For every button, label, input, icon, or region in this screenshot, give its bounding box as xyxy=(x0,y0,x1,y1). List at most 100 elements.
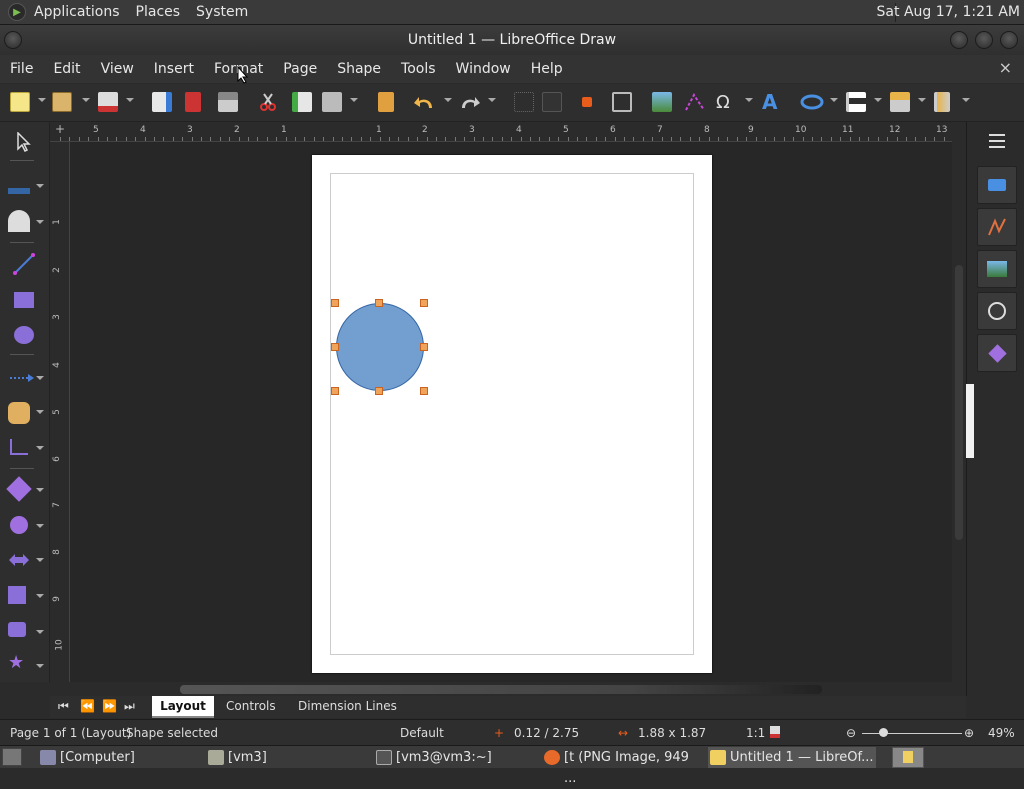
first-tab-icon[interactable]: ⏮ xyxy=(58,699,69,714)
status-page[interactable]: Page 1 of 1 (Layout) xyxy=(10,726,131,740)
sidebar-grip[interactable] xyxy=(966,384,974,458)
basic-shapes-icon[interactable] xyxy=(6,476,32,502)
taskbar-item-vm3[interactable]: [vm3] xyxy=(206,747,366,768)
new-document-icon[interactable] xyxy=(10,92,30,112)
close-window-icon[interactable] xyxy=(1000,31,1018,49)
properties-icon[interactable] xyxy=(977,166,1017,204)
last-tab-icon[interactable]: ⏭ xyxy=(124,699,135,714)
zoom-pan-icon[interactable] xyxy=(612,92,632,112)
zoom-in-icon[interactable]: ⊕ xyxy=(964,726,974,740)
sidebar-menu-icon[interactable] xyxy=(989,134,1005,148)
transformations-icon[interactable] xyxy=(800,92,824,112)
print-icon[interactable] xyxy=(218,92,238,112)
special-character-icon[interactable]: Ω xyxy=(716,92,730,113)
taskbar-item-terminal[interactable]: [vm3@vm3:~] xyxy=(374,747,534,768)
maximize-icon[interactable] xyxy=(975,31,993,49)
minimize-icon[interactable] xyxy=(950,31,968,49)
zoom-slider-knob[interactable] xyxy=(879,728,888,737)
tab-controls[interactable]: Controls xyxy=(226,699,276,713)
status-master-page[interactable]: Default xyxy=(400,726,444,740)
flowchart-icon[interactable] xyxy=(8,586,26,604)
menu-edit[interactable]: Edit xyxy=(43,61,90,77)
taskbar-item-computer[interactable]: [Computer] xyxy=(38,747,198,768)
show-desktop-icon[interactable] xyxy=(2,748,22,766)
open-folder-icon[interactable] xyxy=(52,92,72,112)
shapes-icon[interactable] xyxy=(977,334,1017,372)
arrange-icon[interactable] xyxy=(890,92,910,112)
export-icon[interactable] xyxy=(152,92,172,112)
horizontal-scroll-thumb[interactable] xyxy=(180,685,822,694)
prev-tab-icon[interactable]: ⏪ xyxy=(80,699,95,713)
copy-icon[interactable] xyxy=(292,92,312,112)
zoom-out-icon[interactable]: ⊖ xyxy=(846,726,856,740)
align-objects-icon[interactable] xyxy=(846,92,866,112)
panel-menu-applications[interactable]: Applications xyxy=(26,4,128,20)
insert-image-icon[interactable] xyxy=(652,92,672,112)
distribute-icon[interactable] xyxy=(934,92,950,112)
status-zoom[interactable]: 49% xyxy=(988,726,1015,740)
rectangle-tool-icon[interactable] xyxy=(14,292,34,308)
panel-menu-system[interactable]: System xyxy=(188,4,256,20)
paste-icon[interactable] xyxy=(322,92,342,112)
export-pdf-icon[interactable] xyxy=(185,92,201,112)
taskbar-item-libreoffice[interactable]: Untitled 1 — LibreOf... xyxy=(708,747,876,768)
menu-help[interactable]: Help xyxy=(521,61,573,77)
ellipse-tool-icon[interactable] xyxy=(14,326,34,344)
menu-file[interactable]: File xyxy=(0,61,43,77)
taskbar-item-firefox[interactable]: [t (PNG Image, 949 ... xyxy=(542,747,702,786)
next-tab-icon[interactable]: ⏩ xyxy=(102,699,117,713)
line-color-icon[interactable] xyxy=(8,188,30,194)
clone-formatting-icon[interactable] xyxy=(378,92,394,112)
circle-shape[interactable] xyxy=(336,303,424,391)
selection-handle[interactable] xyxy=(420,343,428,351)
horizontal-ruler[interactable]: 5 4 3 2 1 1 2 3 4 5 6 7 8 9 10 11 12 13 xyxy=(50,122,952,142)
menu-insert[interactable]: Insert xyxy=(144,61,204,77)
select-arrow-icon[interactable] xyxy=(16,132,32,152)
curve-points-icon[interactable] xyxy=(684,92,706,112)
cut-icon[interactable] xyxy=(258,92,278,112)
tab-dimension-lines[interactable]: Dimension Lines xyxy=(298,699,397,713)
menu-tools[interactable]: Tools xyxy=(391,61,446,77)
status-scale[interactable]: 1:1 xyxy=(746,726,765,740)
line-tool-icon[interactable] xyxy=(12,252,36,276)
selection-handle[interactable] xyxy=(331,343,339,351)
panel-clock[interactable]: Sat Aug 17, 1:21 AM xyxy=(877,4,1020,20)
selection-handle[interactable] xyxy=(331,299,339,307)
redo-icon[interactable] xyxy=(458,92,480,112)
menu-view[interactable]: View xyxy=(91,61,144,77)
vertical-ruler[interactable]: 1 2 3 4 5 6 7 8 9 10 xyxy=(50,142,70,682)
fill-color-icon[interactable] xyxy=(8,210,30,232)
block-arrows-icon[interactable] xyxy=(8,552,30,568)
selection-handle[interactable] xyxy=(420,387,428,395)
selection-handle[interactable] xyxy=(375,299,383,307)
fontwork-icon[interactable]: A xyxy=(762,90,777,114)
save-icon[interactable] xyxy=(98,92,118,112)
zoom-slider[interactable] xyxy=(862,733,962,734)
stars-icon[interactable]: ★ xyxy=(8,652,24,673)
applications-logo-icon[interactable]: ▶ xyxy=(8,3,26,21)
connectors-icon[interactable] xyxy=(8,436,32,460)
curves-icon[interactable] xyxy=(8,402,30,424)
menu-page[interactable]: Page xyxy=(273,61,327,77)
undo-icon[interactable] xyxy=(414,92,436,112)
styles-icon[interactable] xyxy=(977,208,1017,246)
workspace-switcher[interactable] xyxy=(892,747,924,768)
ruler-origin-icon[interactable]: + xyxy=(50,122,70,142)
callouts-icon[interactable] xyxy=(8,622,26,637)
lines-arrows-icon[interactable] xyxy=(8,368,34,388)
vertical-scroll-thumb[interactable] xyxy=(955,265,963,540)
close-document-icon[interactable]: × xyxy=(999,58,1012,77)
panel-menu-places[interactable]: Places xyxy=(128,4,189,20)
grid-icon[interactable] xyxy=(514,92,534,112)
selection-handle[interactable] xyxy=(420,299,428,307)
points-icon[interactable] xyxy=(582,97,592,107)
selection-handle[interactable] xyxy=(375,387,383,395)
navigator-icon[interactable] xyxy=(977,292,1017,330)
helplines-icon[interactable] xyxy=(542,92,562,112)
gallery-icon[interactable] xyxy=(977,250,1017,288)
document-modified-icon[interactable] xyxy=(770,726,780,738)
tab-layout[interactable]: Layout xyxy=(152,696,214,718)
menu-window[interactable]: Window xyxy=(446,61,521,77)
menu-shape[interactable]: Shape xyxy=(327,61,391,77)
symbol-shapes-icon[interactable] xyxy=(10,516,28,534)
